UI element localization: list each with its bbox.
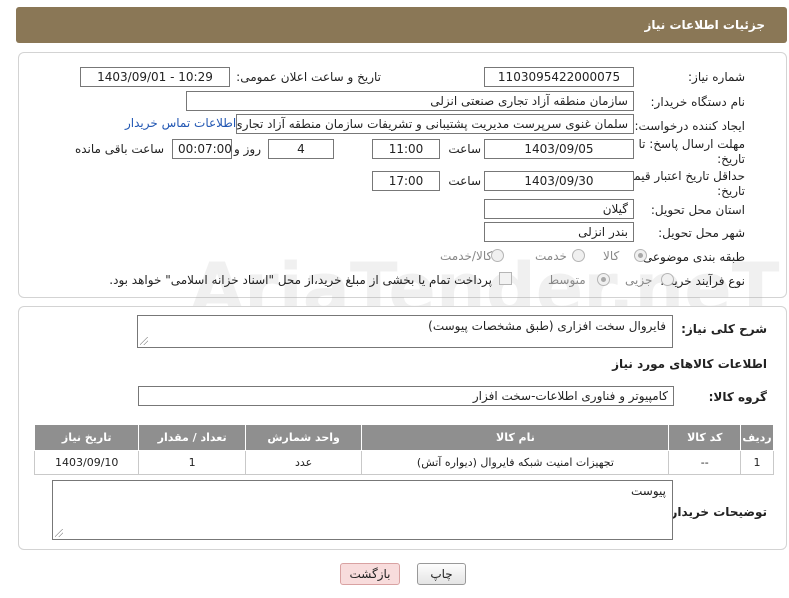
resize-grip-icon[interactable] [140, 337, 148, 345]
cell-goods-name: تجهیزات امنیت شبکه فایروال (دیواره آتش) [361, 450, 670, 475]
process-medium-label: متوسط [548, 273, 586, 287]
request-creator-field: سلمان غنوی سرپرست مدیریت پشتیبانی و تشری… [236, 114, 634, 134]
back-button[interactable]: بازگشت [340, 563, 400, 585]
page-header: جزئیات اطلاعات نیاز [16, 7, 787, 43]
col-row-number: ردیف [740, 424, 774, 451]
cell-need-date: 1403/09/10 [33, 450, 140, 475]
delivery-city-label: شهر محل تحویل: [658, 226, 745, 240]
cell-quantity: 1 [138, 450, 246, 475]
process-medium-radio[interactable] [597, 273, 610, 286]
deadline-date-field: 1403/09/05 [484, 139, 634, 159]
process-minor-radio[interactable] [661, 273, 674, 286]
price-validity-date-field: 1403/09/30 [484, 171, 634, 191]
delivery-province-label: استان محل تحویل: [650, 203, 745, 217]
buyer-notes-label: توضیحات خریدار: [665, 505, 767, 519]
need-summary-label: شرح کلی نیاز: [681, 322, 767, 336]
treasury-payment-note: پرداخت تمام یا بخشی از مبلغ خرید،از محل … [109, 273, 492, 287]
category-goods-service-label: کالا/خدمت [440, 249, 493, 263]
buyer-notes-text: پیوست [631, 484, 666, 498]
page-title: جزئیات اطلاعات نیاز [644, 18, 765, 32]
goods-table: ردیف کد کالا نام کالا واحد شمارش تعداد /… [33, 424, 774, 475]
buyer-notes-field: پیوست [52, 480, 673, 540]
deadline-time-label: ساعت [448, 142, 481, 156]
col-goods-name: نام کالا [361, 424, 670, 451]
treasury-payment-checkbox[interactable] [499, 272, 512, 285]
remaining-time-label: ساعت باقی مانده [74, 142, 164, 156]
delivery-province-field: گیلان [484, 199, 634, 219]
price-validity-time-field: 17:00 [372, 171, 440, 191]
buyer-name-label: نام دستگاه خریدار: [650, 95, 746, 109]
deadline-date-label: تاریخ: [717, 152, 745, 166]
resize-grip-icon[interactable] [55, 529, 63, 537]
process-minor-label: جزیی [625, 273, 653, 287]
col-unit: واحد شمارش [244, 424, 363, 451]
goods-table-header: ردیف کد کالا نام کالا واحد شمارش تعداد /… [33, 424, 774, 451]
price-validity-time-label: ساعت [448, 174, 481, 188]
cell-row-number: 1 [740, 450, 774, 475]
request-creator-label: ایجاد کننده درخواست: [634, 119, 745, 133]
buyer-contact-link[interactable]: اطلاعات تماس خریدار [125, 116, 236, 130]
category-service-label: خدمت [535, 249, 567, 263]
price-validity-date-label: تاریخ: [717, 184, 745, 198]
announce-datetime-field: 1403/09/01 - 10:29 [80, 67, 230, 87]
col-goods-code: کد کالا [668, 424, 742, 451]
category-service-radio[interactable] [572, 249, 585, 262]
goods-group-label: گروه کالا: [708, 390, 767, 404]
category-goods-radio[interactable] [634, 249, 647, 262]
remaining-days-field: 4 [268, 139, 334, 159]
need-number-field: 1103095422000075 [484, 67, 634, 87]
remaining-time-field: 00:07:00 [172, 139, 232, 159]
category-goods-service-radio[interactable] [491, 249, 504, 262]
goods-group-field: کامپیوتر و فناوری اطلاعات-سخت افزار [138, 386, 674, 406]
table-row: 1 -- تجهیزات امنیت شبکه فایروال (دیواره … [33, 450, 774, 475]
cell-unit: عدد [244, 450, 363, 475]
buyer-name-field: سازمان منطقه آزاد تجاری صنعتی انزلی [186, 91, 634, 111]
deadline-time-field: 11:00 [372, 139, 440, 159]
goods-info-title: اطلاعات کالاهای مورد نیاز [612, 357, 767, 371]
days-label: روز و [234, 142, 261, 156]
category-goods-label: کالا [603, 249, 620, 263]
announce-datetime-label: تاریخ و ساعت اعلان عمومی: [236, 70, 381, 84]
col-need-date: تاریخ نیاز [33, 424, 140, 451]
cell-goods-code: -- [668, 450, 742, 475]
need-summary-text: فایروال سخت افزاری (طبق مشخصات پیوست) [428, 319, 666, 333]
need-number-label: شماره نیاز: [688, 70, 745, 84]
subject-category-label: طبقه بندی موضوعی: [638, 250, 745, 264]
deadline-label: مهلت ارسال پاسخ: تا [638, 137, 745, 151]
need-summary-field: فایروال سخت افزاری (طبق مشخصات پیوست) [137, 315, 673, 348]
col-quantity: تعداد / مقدار [138, 424, 246, 451]
print-button[interactable]: چاپ [417, 563, 466, 585]
delivery-city-field: بندر انزلی [484, 222, 634, 242]
